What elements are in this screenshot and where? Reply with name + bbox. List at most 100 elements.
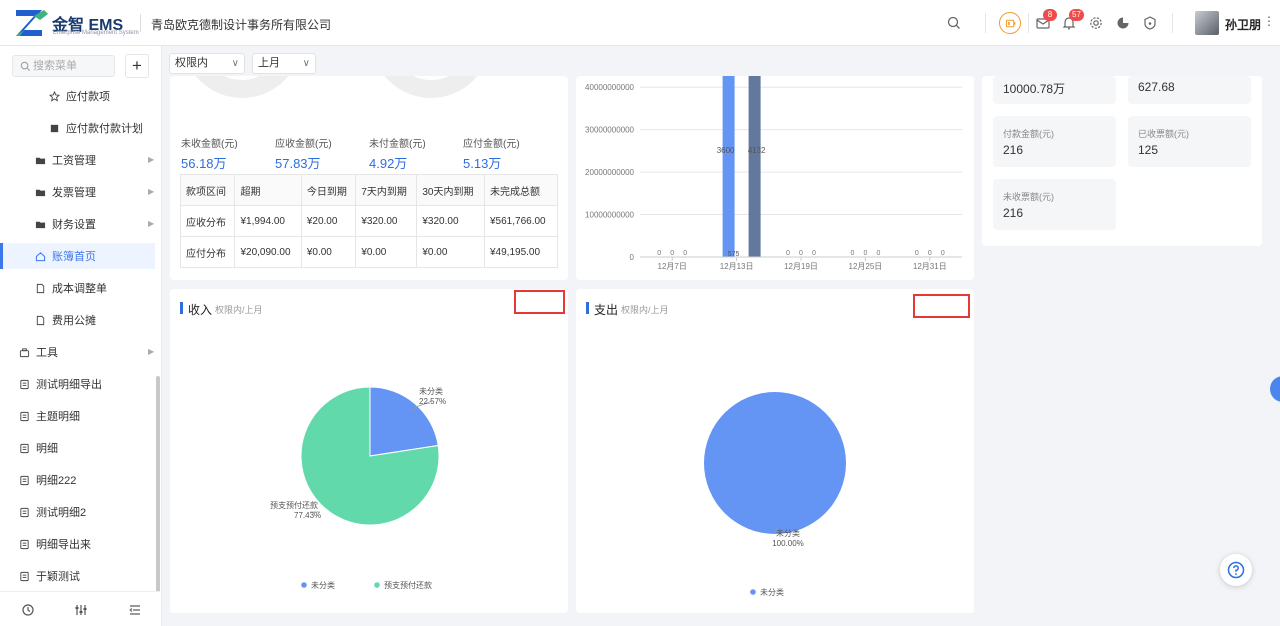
sidebar-item[interactable]: 财务设置 — [0, 211, 96, 237]
sidebar-item[interactable]: 账簿首页 — [0, 243, 155, 269]
income-subtitle: 权限内/上月 — [215, 305, 263, 315]
sidebar-item[interactable]: 发票管理 — [0, 179, 96, 205]
data-label: 0 — [876, 250, 880, 257]
chevron-right-icon: ▶ — [148, 187, 155, 196]
search-input[interactable] — [33, 58, 113, 74]
legend-label: 预支预付还款 — [384, 580, 432, 590]
more-icon[interactable]: ⋮ — [1263, 14, 1275, 28]
sidebar-item[interactable]: 主题明细 — [0, 403, 80, 429]
legend-label: 未分类 — [760, 587, 784, 597]
table-header: 款项区间 — [179, 174, 236, 206]
sidebar-item[interactable]: 测试明细导出 — [0, 371, 102, 397]
sidebar-footer — [0, 591, 160, 626]
period-select-value: 上月 — [258, 57, 280, 69]
avatar[interactable] — [1195, 11, 1219, 35]
sidebar-item[interactable]: 工具 — [0, 339, 58, 365]
sidebar-item-label: 明细 — [36, 443, 58, 455]
sidebar-scrollbar[interactable] — [156, 376, 160, 594]
top-header: 金智 EMS Enterprise Management System 青岛欧克… — [0, 0, 1280, 46]
data-label: 0 — [786, 250, 790, 257]
menu-collapse-icon[interactable] — [128, 603, 142, 617]
list-icon — [18, 442, 30, 454]
battery-icon[interactable] — [999, 12, 1021, 34]
company-name: 青岛欧克德制设计事务所有限公司 — [151, 18, 332, 32]
table-cell: ¥561,766.00 — [484, 205, 558, 237]
gear-icon[interactable] — [1087, 14, 1105, 32]
period-select[interactable]: 上月 ∨ — [252, 53, 316, 74]
sidebar-item[interactable]: 于颖测试 — [0, 563, 80, 589]
chevron-down-icon: ∨ — [302, 58, 310, 69]
pie-slice — [704, 392, 846, 534]
sidebar-search[interactable] — [12, 55, 115, 77]
info-value: 216 — [1003, 143, 1024, 157]
file-icon — [34, 282, 46, 294]
folder-icon — [34, 218, 46, 230]
sidebar-item-label: 测试明细2 — [36, 507, 87, 519]
sliders-icon[interactable] — [74, 603, 88, 617]
data-label: 0 — [863, 250, 867, 257]
income-pie-chart: 未分类22.57%预支预付还款77.43%未分类 预支预付还款 — [270, 386, 446, 590]
bar — [722, 76, 735, 257]
username[interactable]: 孙卫朋 — [1225, 16, 1261, 33]
table-cell: ¥20.00 — [300, 205, 357, 237]
expense-action-placeholder[interactable] — [913, 294, 970, 318]
x-tick-label: 12月31日 — [913, 262, 947, 271]
file-icon — [34, 314, 46, 326]
app-logo[interactable]: 金智 EMS Enterprise Management System — [16, 10, 139, 38]
list-icon — [18, 570, 30, 582]
side-drawer-handle[interactable] — [1270, 376, 1280, 402]
legend-marker — [750, 589, 756, 595]
x-tick-label: 12月13日 — [720, 262, 754, 271]
header-separator — [1172, 13, 1173, 33]
sidebar-item[interactable]: 明细 — [0, 435, 58, 461]
stat-label: 未付金额(元) — [369, 139, 426, 150]
table-cell: 应付分布 — [179, 236, 236, 268]
bell-icon[interactable]: 57 — [1060, 9, 1084, 32]
mail-badge: 8 — [1043, 9, 1057, 21]
sidebar-item[interactable]: 成本调整单 — [0, 275, 107, 301]
x-tick-label: 12月7日 — [658, 262, 687, 271]
stat-label: 应付金额(元) — [463, 139, 520, 150]
sidebar-item-label: 账簿首页 — [52, 251, 96, 263]
sidebar-item[interactable]: 工资管理 — [0, 147, 96, 173]
section-accent — [180, 302, 183, 314]
sidebar-item[interactable]: 明细222 — [0, 467, 76, 493]
info-label: 付款金额(元) — [1003, 129, 1054, 139]
chevron-right-icon: ▶ — [148, 155, 155, 164]
sidebar-item-label: 应付款项 — [66, 91, 110, 103]
table-header: 超期 — [234, 174, 302, 206]
shield-icon[interactable] — [1141, 14, 1159, 32]
search-icon[interactable] — [945, 14, 963, 32]
sidebar-item-label: 明细222 — [36, 475, 77, 487]
mail-icon[interactable]: 8 — [1034, 9, 1057, 32]
history-icon[interactable] — [21, 603, 35, 617]
table-cell: ¥49,195.00 — [484, 236, 558, 268]
y-tick-label: 0 — [630, 253, 635, 262]
sidebar-item[interactable]: 应付款项 — [0, 83, 110, 109]
sidebar-item[interactable]: 应付款付款计划 — [0, 115, 143, 141]
sidebar-item-label: 工资管理 — [52, 155, 96, 167]
data-label: 575 — [728, 251, 740, 258]
info-value: 10000.78万 — [1003, 82, 1066, 96]
sidebar: + 应付款项应付款付款计划工资管理 ▶ 发票管理 ▶ 财务设置 ▶ 账簿首页成本调整单费用公… — [0, 46, 162, 626]
sidebar-item-label: 应付款付款计划 — [66, 123, 143, 135]
legend-marker — [301, 582, 307, 588]
x-tick-label: 12月25日 — [849, 262, 883, 271]
slice-label: 未分类 — [419, 386, 443, 396]
table-cell: ¥0.00 — [355, 236, 418, 268]
expense-subtitle: 权限内/上月 — [621, 305, 669, 315]
income-action-placeholder[interactable] — [514, 290, 565, 314]
pie-icon[interactable] — [1114, 14, 1132, 32]
sidebar-item[interactable]: 费用公摊 — [0, 307, 96, 333]
sidebar-item[interactable]: 明细导出来 — [0, 531, 91, 557]
add-button[interactable]: + — [125, 54, 149, 78]
table-cell: ¥320.00 — [355, 205, 418, 237]
legend-marker — [374, 582, 380, 588]
help-button[interactable] — [1220, 554, 1252, 586]
list-icon — [18, 474, 30, 486]
legend-label: 未分类 — [311, 580, 335, 590]
sidebar-item[interactable]: 测试明细2 — [0, 499, 86, 525]
sidebar-item-label: 成本调整单 — [52, 283, 107, 295]
sidebar-item-label: 财务设置 — [52, 219, 96, 231]
scope-select[interactable]: 权限内 ∨ — [169, 53, 245, 74]
